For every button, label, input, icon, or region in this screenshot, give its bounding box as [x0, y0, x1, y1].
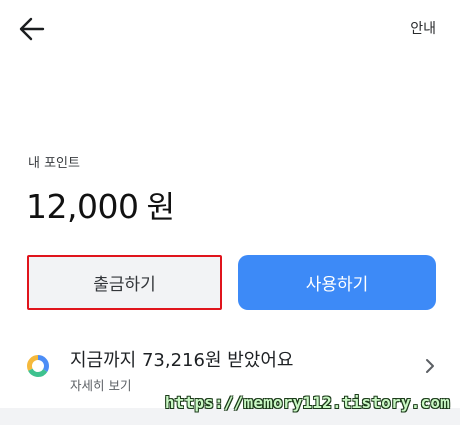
arrow-left-icon — [19, 17, 45, 41]
points-unit: 원 — [146, 190, 175, 226]
points-value: 12,000 — [26, 187, 139, 226]
guide-link[interactable]: 안내 — [410, 18, 436, 38]
points-label: 내 포인트 — [28, 156, 80, 171]
use-button-label: 사용하기 — [305, 275, 369, 295]
earned-summary-row[interactable]: 지금까지 73,216원 받았어요 자세히 보기 — [0, 334, 460, 400]
withdraw-button[interactable]: 출금하기 — [27, 255, 222, 310]
earned-summary-title: 지금까지 73,216원 받았어요 — [70, 350, 294, 371]
points-amount: 12,000 원 — [26, 182, 175, 227]
use-button[interactable]: 사용하기 — [238, 255, 436, 310]
donut-chart-icon — [27, 355, 49, 377]
top-bar: 안내 — [0, 0, 460, 56]
watermark: https://memory112.tistory.com — [164, 393, 450, 412]
back-button[interactable] — [18, 16, 46, 42]
chevron-right-icon — [426, 359, 434, 373]
withdraw-button-label: 출금하기 — [93, 275, 156, 295]
see-details-link[interactable]: 자세히 보기 — [70, 375, 131, 394]
